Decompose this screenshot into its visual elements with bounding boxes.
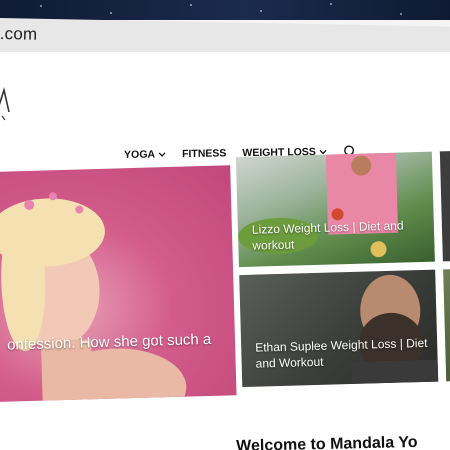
background-top xyxy=(0,0,450,20)
featured-hero-card[interactable]: onfession. How she got such a xyxy=(0,165,237,402)
tile-title: Lizzo Weight Loss | Diet and workout xyxy=(251,218,404,253)
welcome-heading: Welcome to Mandala Yo xyxy=(236,433,418,450)
screenshot: .com YOGA FITNESS WEIGHT LOSS onfession.… xyxy=(0,0,450,450)
web-page: YOGA FITNESS WEIGHT LOSS onfession. How … xyxy=(0,52,450,450)
hero-image xyxy=(0,192,187,402)
url-text[interactable]: .com xyxy=(0,24,38,45)
featured-tile-lizzo[interactable]: Lizzo Weight Loss | Diet and workout xyxy=(235,151,435,268)
featured-grid: onfession. How she got such a Lizzo Weig… xyxy=(0,150,450,404)
featured-tile-partial[interactable]: A xyxy=(439,150,450,262)
featured-tile-ethan[interactable]: Ethan Suplee Weight Loss | Diet and Work… xyxy=(239,269,439,388)
mandala-logo-icon[interactable] xyxy=(0,82,10,122)
chevron-down-icon xyxy=(158,152,166,157)
tile-title: Ethan Suplee Weight Loss | Diet and Work… xyxy=(255,335,428,371)
featured-tile-partial-2[interactable] xyxy=(443,268,450,382)
